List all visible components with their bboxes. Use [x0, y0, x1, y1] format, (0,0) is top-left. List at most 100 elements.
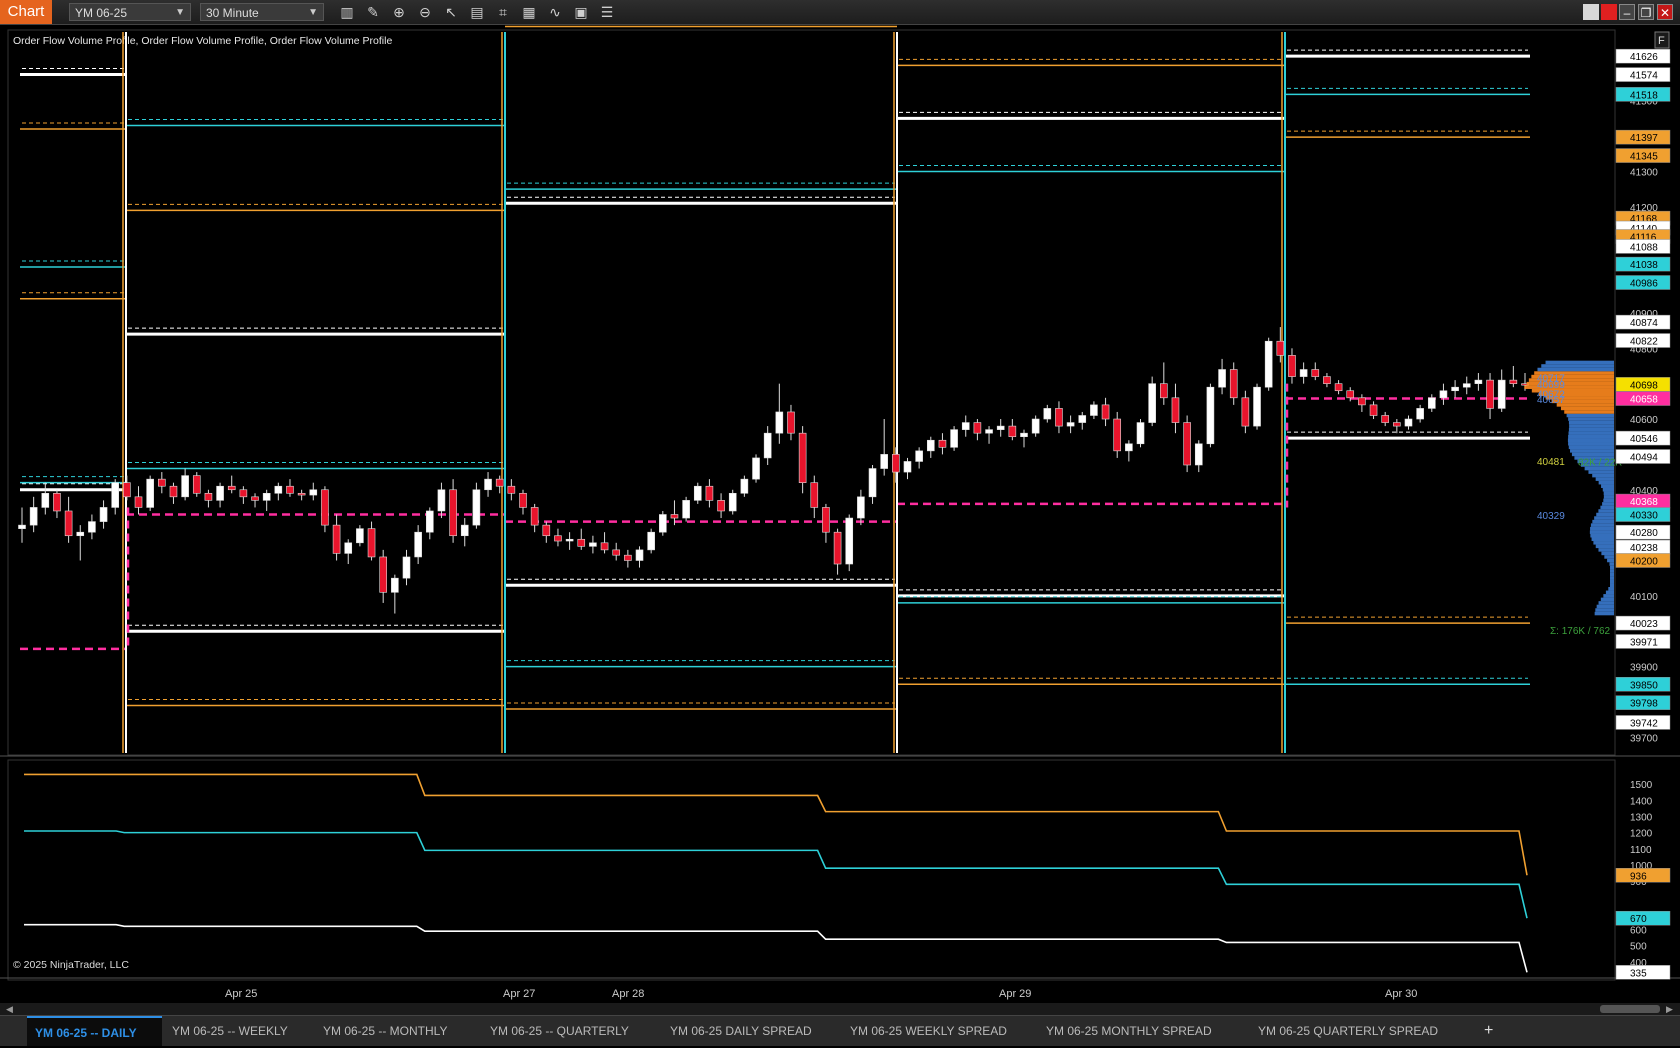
candle[interactable] — [670, 514, 679, 519]
candle[interactable] — [1031, 418, 1040, 434]
candle[interactable] — [1462, 383, 1471, 388]
candle[interactable] — [868, 468, 877, 498]
list-icon[interactable]: ☰ — [598, 3, 616, 21]
candle[interactable] — [996, 425, 1005, 430]
candle[interactable] — [740, 478, 749, 494]
candle[interactable] — [1125, 443, 1133, 452]
candle[interactable] — [262, 492, 271, 501]
candle[interactable] — [903, 461, 912, 473]
candle[interactable] — [111, 482, 120, 508]
candle[interactable] — [1253, 386, 1261, 427]
candle[interactable] — [391, 577, 399, 593]
candle[interactable] — [1486, 379, 1494, 409]
candle[interactable] — [449, 489, 457, 537]
properties-icon[interactable]: ⌗ — [494, 3, 512, 21]
maximize-icon[interactable]: ❐ — [1638, 4, 1654, 20]
candle[interactable] — [437, 489, 446, 512]
data-box-icon[interactable]: ▤ — [468, 3, 486, 21]
candle[interactable] — [1358, 397, 1366, 406]
tab-daily-spread[interactable]: YM 06-25 DAILY SPREAD — [662, 1016, 842, 1046]
tab-quarterly[interactable]: YM 06-25 -- QUARTERLY — [482, 1016, 662, 1046]
candle[interactable] — [635, 549, 644, 561]
candle[interactable] — [857, 496, 865, 519]
candle[interactable] — [99, 507, 108, 522]
candle[interactable] — [239, 489, 248, 498]
pointer-icon[interactable]: ↖ — [442, 3, 460, 21]
candle[interactable] — [472, 489, 481, 526]
candle[interactable] — [134, 496, 143, 508]
candle[interactable] — [1183, 422, 1191, 466]
candle[interactable] — [1241, 397, 1250, 427]
candle[interactable] — [763, 432, 772, 459]
candle[interactable] — [1264, 340, 1273, 388]
candle[interactable] — [787, 411, 795, 434]
candle[interactable] — [1206, 386, 1215, 445]
candle[interactable] — [798, 432, 807, 483]
candle[interactable] — [1451, 386, 1459, 392]
candle[interactable] — [251, 496, 259, 501]
candle[interactable] — [985, 429, 993, 434]
candle[interactable] — [810, 482, 819, 508]
candle[interactable] — [1043, 408, 1052, 420]
app-title[interactable]: Chart — [0, 0, 52, 24]
candle[interactable] — [1078, 415, 1087, 423]
strategy-icon[interactable]: ▣ — [572, 3, 590, 21]
candle[interactable] — [123, 482, 131, 498]
zoom-in-icon[interactable]: ⊕ — [390, 3, 408, 21]
candle[interactable] — [950, 429, 958, 448]
candle[interactable] — [367, 528, 376, 558]
candle[interactable] — [29, 507, 38, 526]
candle[interactable] — [1393, 422, 1401, 427]
candle[interactable] — [1136, 422, 1145, 445]
candle[interactable] — [1427, 397, 1436, 409]
candle[interactable] — [507, 485, 516, 494]
candle[interactable] — [833, 531, 842, 565]
chart-area[interactable]: Order Flow Volume Profile, Order Flow Vo… — [0, 25, 1680, 1003]
candle[interactable] — [356, 528, 364, 544]
candle[interactable] — [1194, 443, 1203, 466]
candle[interactable] — [589, 542, 597, 547]
candle[interactable] — [682, 500, 690, 519]
color-link-button[interactable] — [1601, 4, 1617, 20]
candle[interactable] — [1055, 408, 1063, 427]
candle[interactable] — [612, 549, 621, 556]
tab-monthly[interactable]: YM 06-25 -- MONTHLY — [315, 1016, 480, 1046]
candle[interactable] — [600, 542, 609, 551]
candle[interactable] — [1404, 418, 1413, 427]
candle[interactable] — [64, 510, 73, 537]
candle[interactable] — [344, 542, 353, 554]
candle[interactable] — [425, 510, 434, 533]
scroll-left-icon[interactable]: ◀ — [6, 1004, 13, 1015]
candle[interactable] — [775, 411, 784, 434]
candle[interactable] — [1020, 432, 1028, 438]
candle[interactable] — [41, 492, 50, 508]
candle[interactable] — [181, 475, 189, 498]
horizontal-scrollbar[interactable]: ◀ ▶ — [0, 1003, 1680, 1015]
close-icon[interactable]: ✕ — [1657, 4, 1673, 20]
candle[interactable] — [1311, 369, 1320, 377]
candle[interactable] — [519, 492, 527, 508]
candle[interactable] — [647, 531, 655, 551]
price-panel[interactable] — [7, 29, 1616, 756]
tab-daily[interactable]: YM 06-25 -- DAILY — [27, 1016, 162, 1046]
candle[interactable] — [845, 517, 854, 565]
candle[interactable] — [938, 439, 947, 448]
candle[interactable] — [1497, 379, 1506, 409]
candle[interactable] — [973, 422, 982, 434]
candle[interactable] — [18, 524, 26, 529]
candle[interactable] — [961, 422, 970, 430]
minimize-icon[interactable]: – — [1619, 4, 1635, 20]
instrument-selector[interactable]: YM 06-25 ▼ — [69, 3, 191, 21]
candle[interactable] — [822, 507, 830, 533]
candle[interactable] — [402, 556, 411, 579]
candle[interactable] — [717, 500, 725, 512]
candle[interactable] — [1148, 383, 1156, 423]
candle[interactable] — [1218, 369, 1226, 388]
interval-selector[interactable]: 30 Minute ▼ — [200, 3, 324, 21]
candle[interactable] — [1008, 425, 1017, 438]
candle[interactable] — [1066, 422, 1075, 427]
scroll-thumb[interactable] — [1600, 1005, 1660, 1013]
candle[interactable] — [158, 478, 166, 487]
tab-quarterly-spread[interactable]: YM 06-25 QUARTERLY SPREAD — [1250, 1016, 1470, 1046]
bar-type-icon[interactable]: ▥ — [338, 3, 356, 21]
